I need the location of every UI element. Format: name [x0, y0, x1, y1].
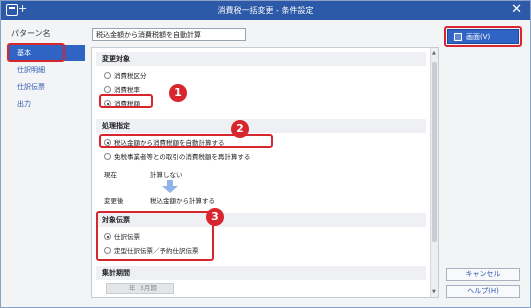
section-title-change-target: 変更対象 — [96, 52, 426, 66]
dialog-window: + 消費税一括変更 - 条件設定 ✕ パターン名 基本 仕訳明細 仕訳伝票 出力… — [0, 0, 531, 308]
current-label: 現在 — [104, 171, 117, 179]
radio-label: 免税事業者等との取引の消費税額を再計算する — [114, 153, 251, 161]
settings-panel: 変更対象 消費税区分 消費税率 消費税額 処理指定 税込金額から消費税額を自動計… — [91, 47, 439, 298]
section-title-period: 集計期間 — [96, 266, 426, 280]
scroll-down-icon[interactable]: ▼ — [432, 289, 436, 295]
callout-badge-2: 2 — [231, 120, 249, 138]
month-text: 3月期 — [139, 284, 157, 292]
after-label: 変更後 — [104, 197, 124, 205]
radio-dot — [104, 72, 111, 79]
vertical-scrollbar[interactable]: ▲ ▼ — [430, 48, 438, 297]
period-field[interactable]: 年 3月期 — [106, 283, 174, 294]
highlight-auto-calc — [99, 134, 273, 148]
section-title-processing: 処理指定 — [96, 119, 426, 133]
scroll-up-icon[interactable]: ▲ — [432, 50, 436, 56]
radio-dot — [104, 86, 111, 93]
radio-label: 消費税率 — [114, 86, 140, 94]
radio-tax-category[interactable]: 消費税区分 — [104, 70, 147, 80]
pattern-name-input[interactable] — [92, 28, 246, 41]
help-button[interactable]: ヘルプ(H) — [446, 285, 520, 298]
window-title: 消費税一括変更 - 条件設定 — [217, 6, 314, 15]
pattern-name-label: パターン名 — [11, 29, 51, 38]
sidebar-item-output[interactable]: 出力 — [9, 96, 85, 112]
radio-tax-rate[interactable]: 消費税率 — [104, 84, 140, 94]
after-value: 税込金額から計算する — [150, 197, 215, 205]
year-text: 年 — [129, 284, 136, 292]
highlight-screen-button — [444, 26, 522, 47]
scroll-thumb[interactable] — [432, 62, 437, 242]
current-value: 計算しない — [150, 171, 183, 179]
close-icon[interactable]: ✕ — [511, 2, 522, 17]
radio-label: 消費税区分 — [114, 72, 147, 80]
highlight-nav-basic — [7, 43, 65, 62]
sidebar-item-journal-slip[interactable]: 仕訳伝票 — [9, 79, 85, 95]
cancel-button[interactable]: キャンセル — [446, 268, 520, 281]
title-bar: + 消費税一括変更 - 条件設定 ✕ — [1, 1, 530, 20]
callout-badge-3: 3 — [206, 208, 224, 226]
sidebar-item-journal-detail[interactable]: 仕訳明細 — [9, 62, 85, 78]
highlight-tax-amount — [99, 94, 153, 108]
radio-recalc-exempt[interactable]: 免税事業者等との取引の消費税額を再計算する — [104, 151, 250, 161]
highlight-target-slips — [96, 211, 214, 261]
callout-badge-1: 1 — [169, 84, 187, 102]
radio-dot — [104, 153, 111, 160]
